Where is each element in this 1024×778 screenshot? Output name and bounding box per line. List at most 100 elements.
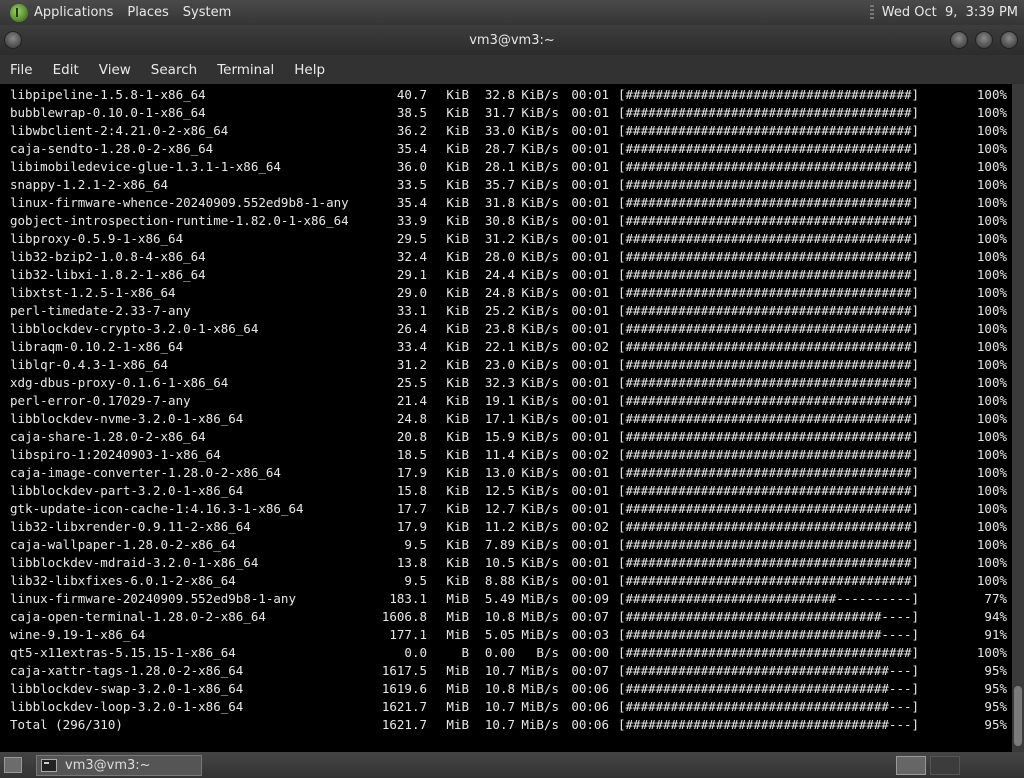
- download-size: 9.5: [404, 537, 427, 552]
- download-row: caja-xattr-tags-1.28.0-2-x86_64 1617.5 MiB…: [10, 662, 1012, 680]
- rate-unit: KiB/s: [521, 87, 559, 102]
- size-unit: MiB: [446, 699, 469, 714]
- download-rate: 28.0: [484, 249, 515, 264]
- progress-percent: 100%: [976, 537, 1007, 552]
- distro-logo-icon[interactable]: [10, 3, 28, 22]
- menu-terminal[interactable]: Terminal: [207, 62, 284, 78]
- download-rate: 15.9: [484, 429, 515, 444]
- minimize-button[interactable]: [950, 31, 968, 49]
- elapsed-time: 00:01: [571, 141, 609, 156]
- package-name: liblqr-0.4.3-1-x86_64: [10, 357, 169, 372]
- size-unit: MiB: [446, 591, 469, 606]
- package-name: libblockdev-mdraid-3.2.0-1-x86_64: [10, 555, 259, 570]
- progress-bar-text: [######################################]: [618, 285, 920, 300]
- size-unit: KiB: [446, 303, 469, 318]
- download-size: 15.8: [396, 483, 427, 498]
- top-panel: Applications Places System Wed Oct 9, 3:…: [0, 0, 1024, 25]
- download-rate: 19.1: [484, 393, 515, 408]
- size-unit: KiB: [446, 519, 469, 534]
- menu-search[interactable]: Search: [141, 62, 207, 78]
- window-title: vm3@vm3:~: [469, 33, 555, 48]
- download-size: 29.5: [396, 231, 427, 246]
- elapsed-time: 00:02: [571, 339, 609, 354]
- rate-unit: KiB/s: [521, 411, 559, 426]
- size-unit: MiB: [446, 717, 469, 732]
- menu-edit[interactable]: Edit: [43, 62, 89, 78]
- rate-unit: KiB/s: [521, 375, 559, 390]
- applications-menu[interactable]: Applications: [34, 5, 113, 20]
- rate-unit: KiB/s: [521, 537, 559, 552]
- rate-unit: MiB/s: [521, 663, 559, 678]
- taskbar-window-button[interactable]: vm3@vm3:~: [36, 755, 202, 776]
- system-menu[interactable]: System: [183, 5, 231, 20]
- download-rate: 33.0: [484, 123, 515, 138]
- terminal-scrollbar[interactable]: [1012, 84, 1024, 752]
- elapsed-time: 00:01: [571, 267, 609, 282]
- show-desktop-icon[interactable]: [4, 757, 22, 773]
- download-rate: 5.49: [484, 591, 515, 606]
- window-titlebar[interactable]: vm3@vm3:~: [0, 25, 1024, 55]
- download-size: 1606.8: [381, 609, 427, 624]
- size-unit: KiB: [446, 555, 469, 570]
- download-row: libproxy-0.5.9-1-x86_64 29.5 KiB 31.2 KiB/s 0…: [10, 230, 1012, 248]
- size-unit: KiB: [446, 483, 469, 498]
- rate-unit: KiB/s: [521, 393, 559, 408]
- size-unit: KiB: [446, 465, 469, 480]
- download-rate: 10.5: [484, 555, 515, 570]
- rate-unit: KiB/s: [521, 195, 559, 210]
- progress-percent: 100%: [976, 105, 1007, 120]
- size-unit: KiB: [446, 123, 469, 138]
- menu-help[interactable]: Help: [284, 62, 335, 78]
- download-size: 17.9: [396, 519, 427, 534]
- progress-bar-text: [######################################]: [618, 87, 920, 102]
- rate-unit: MiB/s: [521, 591, 559, 606]
- progress-percent: 95%: [984, 681, 1007, 696]
- download-rate: 5.05: [484, 627, 515, 642]
- elapsed-time: 00:01: [571, 555, 609, 570]
- progress-percent: 95%: [984, 663, 1007, 678]
- progress-bar-text: [######################################]: [618, 141, 920, 156]
- terminal-output[interactable]: libpipeline-1.5.8-1-x86_64 40.7 KiB 32.8 KiB…: [0, 84, 1012, 752]
- close-button[interactable]: [1000, 31, 1018, 49]
- places-menu[interactable]: Places: [127, 5, 168, 20]
- download-rate: 28.1: [484, 159, 515, 174]
- scrollbar-thumb[interactable]: [1014, 686, 1022, 746]
- package-name: libpipeline-1.5.8-1-x86_64: [10, 87, 206, 102]
- download-size: 26.4: [396, 321, 427, 336]
- download-rate: 7.89: [484, 537, 515, 552]
- rate-unit: KiB/s: [521, 159, 559, 174]
- download-row: libpipeline-1.5.8-1-x86_64 40.7 KiB 32.8 KiB…: [10, 86, 1012, 104]
- rate-unit: KiB/s: [521, 447, 559, 462]
- download-row: libblockdev-crypto-3.2.0-1-x86_64 26.4 KiB…: [10, 320, 1012, 338]
- download-rate: 11.2: [484, 519, 515, 534]
- download-size: 36.2: [396, 123, 427, 138]
- size-unit: KiB: [446, 321, 469, 336]
- download-rate: 22.1: [484, 339, 515, 354]
- download-rate: 12.7: [484, 501, 515, 516]
- download-size: 33.1: [396, 303, 427, 318]
- download-size: 21.4: [396, 393, 427, 408]
- size-unit: KiB: [446, 537, 469, 552]
- size-unit: MiB: [446, 627, 469, 642]
- progress-bar-text: [######################################]: [618, 195, 920, 210]
- size-unit: KiB: [446, 141, 469, 156]
- clock[interactable]: Wed Oct 9, 3:39 PM: [882, 5, 1018, 20]
- progress-percent: 100%: [976, 213, 1007, 228]
- menu-file[interactable]: File: [0, 62, 43, 78]
- rate-unit: MiB/s: [521, 609, 559, 624]
- menu-view[interactable]: View: [89, 62, 141, 78]
- progress-bar-text: [######################################]: [618, 231, 920, 246]
- progress-bar-text: [######################################]: [618, 267, 920, 282]
- size-unit: MiB: [446, 609, 469, 624]
- progress-percent: 100%: [976, 429, 1007, 444]
- workspace-1[interactable]: [896, 756, 926, 775]
- rate-unit: KiB/s: [521, 267, 559, 282]
- progress-bar-text: [###################################---]: [618, 699, 920, 714]
- package-name: lib32-libxi-1.8.2-1-x86_64: [10, 267, 206, 282]
- elapsed-time: 00:06: [571, 681, 609, 696]
- download-rate: 35.7: [484, 177, 515, 192]
- workspace-2[interactable]: [930, 756, 960, 775]
- maximize-button[interactable]: [975, 31, 993, 49]
- download-rate: 8.88: [484, 573, 515, 588]
- download-rate: 0.00: [484, 645, 515, 660]
